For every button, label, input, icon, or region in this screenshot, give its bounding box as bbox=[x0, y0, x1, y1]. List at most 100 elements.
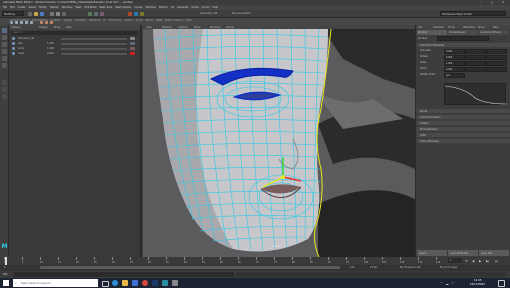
attr-menu-list[interactable]: List bbox=[418, 26, 422, 29]
snap-point-icon[interactable] bbox=[100, 12, 104, 16]
maya-taskbar-icon[interactable] bbox=[162, 280, 168, 286]
outliner-menu-display[interactable]: Display bbox=[39, 26, 48, 29]
outliner-item[interactable]: body 1.000 bbox=[9, 47, 142, 51]
character-set-label[interactable]: No Character Set bbox=[400, 266, 421, 269]
edge-icon[interactable] bbox=[112, 280, 118, 286]
outliner-item[interactable]: Character_ref bbox=[9, 37, 142, 41]
goto-start-icon[interactable]: ⏮ bbox=[465, 259, 468, 263]
attr-section-header[interactable]: UUID bbox=[417, 133, 510, 137]
snap-curve-icon[interactable] bbox=[94, 12, 98, 16]
node-tab[interactable]: pCube1 bbox=[417, 30, 447, 35]
task-view-icon[interactable] bbox=[102, 281, 109, 287]
clock-date[interactable]: 10/17/2022 bbox=[470, 283, 485, 286]
lasso-tool-icon[interactable] bbox=[2, 35, 7, 40]
attr-section-header[interactable]: Pivots bbox=[417, 109, 510, 113]
menu-create[interactable]: Create bbox=[18, 6, 26, 9]
menu-display[interactable]: Display bbox=[50, 6, 59, 9]
anim-layer-label[interactable]: No Anim Layer bbox=[440, 266, 458, 269]
range-end[interactable]: 120 bbox=[350, 266, 355, 269]
head-mesh-render[interactable] bbox=[143, 29, 415, 257]
current-frame-field[interactable]: 1 bbox=[448, 258, 462, 263]
attr-section-header[interactable]: Display bbox=[417, 121, 510, 125]
outliner-item[interactable]: hair 1.000 bbox=[9, 42, 142, 46]
menu-uv[interactable]: UV bbox=[171, 6, 174, 9]
menu-arnold[interactable]: Arnold bbox=[202, 6, 210, 9]
color-swatch[interactable] bbox=[130, 47, 135, 50]
attr-value-field[interactable] bbox=[465, 55, 486, 60]
file-explorer-icon[interactable] bbox=[122, 280, 128, 286]
symmetry-label[interactable]: Symmetry: Off bbox=[200, 12, 217, 15]
menu-cache[interactable]: Cache bbox=[191, 6, 198, 9]
attr-value-field[interactable]: 1.000 bbox=[444, 61, 465, 66]
paint-select-icon[interactable] bbox=[2, 42, 7, 47]
tray-chevron-icon[interactable]: ^ bbox=[440, 281, 443, 285]
minimize-button[interactable]: – bbox=[480, 1, 481, 4]
select-hierarchy-icon[interactable] bbox=[50, 12, 54, 16]
menu-edit[interactable]: Edit bbox=[10, 6, 15, 9]
attr-value-field[interactable]: 0.000 bbox=[444, 55, 465, 60]
render-icon[interactable] bbox=[128, 12, 132, 16]
falloff-curve-graph[interactable] bbox=[444, 83, 508, 105]
color-swatch[interactable] bbox=[130, 42, 135, 45]
sphere-icon[interactable] bbox=[10, 21, 13, 24]
range-bar[interactable] bbox=[40, 266, 340, 269]
notification-icon[interactable] bbox=[498, 280, 505, 287]
select-tool-icon[interactable] bbox=[2, 28, 7, 33]
photoshop-icon[interactable] bbox=[152, 280, 158, 286]
menu-mesh-display[interactable]: Mesh Display bbox=[115, 6, 131, 9]
new-scene-icon[interactable] bbox=[28, 12, 32, 16]
cube-icon[interactable] bbox=[15, 21, 18, 24]
attr-value-field[interactable] bbox=[486, 55, 507, 60]
attr-value-field[interactable] bbox=[465, 67, 486, 72]
cone-icon[interactable] bbox=[25, 21, 28, 24]
menu-modify[interactable]: Modify bbox=[39, 6, 47, 9]
attr-menu-focus[interactable]: Focus bbox=[448, 26, 455, 29]
menu-help[interactable]: Help bbox=[213, 6, 218, 9]
outliner-item-slider[interactable] bbox=[61, 53, 127, 55]
attr-section-header[interactable]: Extra Attributes bbox=[417, 139, 510, 143]
layout-single-icon[interactable] bbox=[2, 80, 7, 85]
outliner-menu-show[interactable]: Show bbox=[54, 26, 60, 29]
copy-tab-button[interactable]: Copy Tab bbox=[479, 250, 509, 256]
attr-menu-show[interactable]: Show bbox=[478, 26, 484, 29]
outliner-item-slider[interactable] bbox=[61, 43, 127, 45]
cylinder-icon[interactable] bbox=[20, 21, 23, 24]
attr-value-field[interactable] bbox=[465, 49, 486, 54]
zbrush-icon[interactable] bbox=[172, 280, 178, 286]
plane-icon[interactable] bbox=[30, 21, 33, 24]
menu-surfaces[interactable]: Surfaces bbox=[146, 6, 156, 9]
play-icon[interactable]: ▶ bbox=[479, 259, 481, 263]
menu-deform[interactable]: Deform bbox=[159, 6, 168, 9]
fps-label[interactable]: 24 fps bbox=[370, 266, 377, 269]
ipr-render-icon[interactable] bbox=[134, 12, 138, 16]
scale-tool-icon[interactable] bbox=[2, 63, 7, 68]
node-tab[interactable]: polySmoothFace1 bbox=[479, 30, 509, 35]
network-icon[interactable]: ▂ bbox=[446, 281, 448, 285]
select-component-icon[interactable] bbox=[62, 12, 66, 16]
cmd-language[interactable]: MEL bbox=[3, 273, 8, 276]
workspace-dropdown[interactable]: Workspace: Maya Classic bbox=[440, 11, 506, 16]
extrude-icon[interactable] bbox=[45, 21, 48, 24]
node-name-field[interactable] bbox=[437, 36, 489, 41]
attr-section-header[interactable]: Transform Attributes bbox=[417, 43, 510, 47]
attr-menu-selected[interactable]: Selected bbox=[433, 26, 443, 29]
cmd-input[interactable] bbox=[14, 272, 234, 277]
taskbar-search[interactable]: ⌕ Type here to search bbox=[13, 279, 98, 287]
outliner-item-slider[interactable] bbox=[61, 48, 127, 50]
clock-time[interactable]: 12:45 bbox=[474, 279, 481, 282]
range-start[interactable]: 1 bbox=[4, 266, 6, 269]
combine-icon[interactable] bbox=[40, 21, 43, 24]
outliner-menu-help[interactable]: Help bbox=[66, 26, 71, 29]
attr-value-field[interactable]: 0.000 bbox=[444, 67, 465, 72]
mode-dropdown[interactable]: Modeling bbox=[2, 11, 24, 16]
maximize-button[interactable]: □ bbox=[491, 1, 493, 4]
windows-start-icon[interactable] bbox=[3, 280, 9, 286]
attr-value-field[interactable] bbox=[465, 61, 486, 66]
attr-section-header[interactable]: Node Behavior bbox=[417, 127, 510, 131]
outliner-item[interactable]: head 0.000 bbox=[9, 52, 142, 56]
live-surface-label[interactable]: No Live Surface bbox=[232, 12, 251, 15]
layout-four-icon[interactable] bbox=[2, 87, 7, 92]
bevel-icon[interactable] bbox=[50, 21, 53, 24]
volume-icon[interactable]: ♪ bbox=[452, 281, 454, 285]
render-settings-icon[interactable] bbox=[140, 12, 144, 16]
